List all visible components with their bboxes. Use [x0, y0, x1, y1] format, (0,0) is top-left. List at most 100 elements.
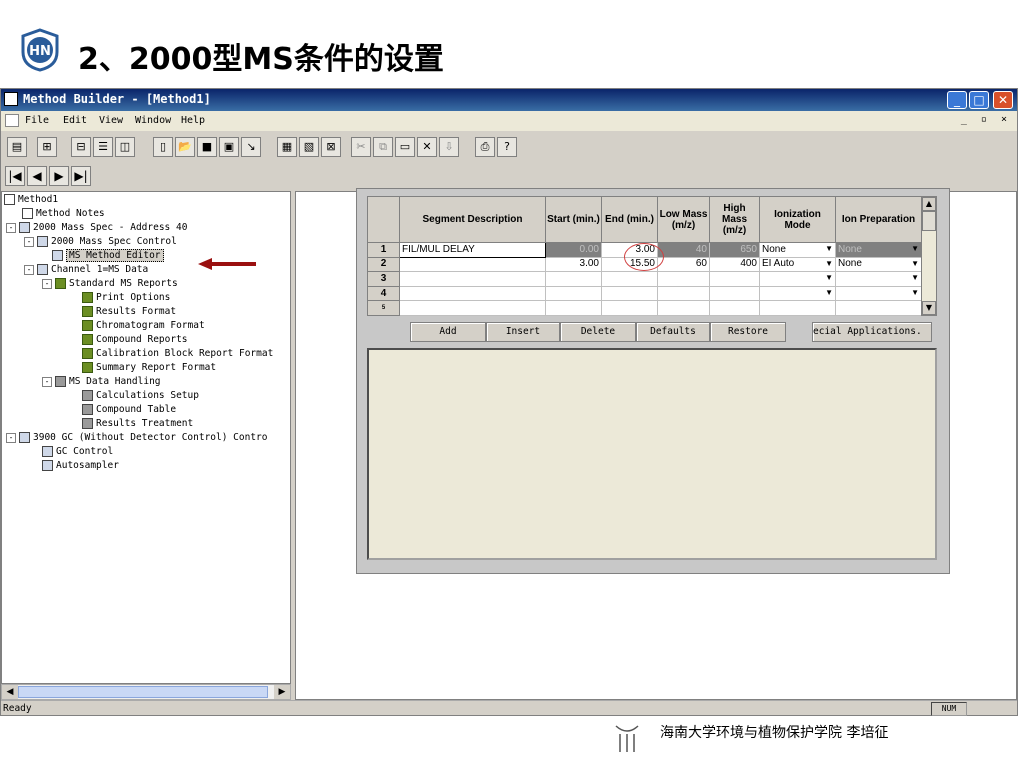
tree-node-autosampler[interactable]: Autosampler — [42, 459, 119, 473]
delete-icon[interactable]: ✕ — [417, 137, 437, 157]
tree-node-method-notes[interactable]: Method Notes — [22, 207, 105, 221]
dropdown-arrow-icon[interactable]: ▼ — [911, 258, 919, 270]
menu-view[interactable]: View — [99, 115, 123, 126]
high-mass-cell[interactable] — [709, 271, 760, 287]
dropdown-arrow-icon[interactable]: ▼ — [911, 287, 919, 299]
tree-node-compound-reports[interactable]: Compound Reports — [82, 333, 188, 347]
table-row[interactable]: 5 — [367, 300, 922, 316]
menu-help[interactable]: Help — [181, 115, 205, 126]
tree-node-calculations-setup[interactable]: Calculations Setup — [82, 389, 199, 403]
tree-node-calibration-report[interactable]: Calibration Block Report Format — [82, 347, 273, 361]
close-button[interactable]: ✕ — [993, 91, 1013, 109]
dropdown-arrow-icon[interactable]: ▼ — [825, 243, 833, 255]
ion-preparation-dropdown[interactable]: ▼ — [835, 285, 922, 302]
ionization-mode-dropdown[interactable]: None ▼ — [759, 242, 836, 258]
ionization-mode-dropdown[interactable]: ▼ — [759, 285, 836, 302]
tree-node-results-treatment[interactable]: Results Treatment — [82, 417, 193, 431]
dropdown-arrow-icon[interactable]: ▼ — [825, 273, 833, 285]
start-cell[interactable]: 0.00 — [545, 242, 602, 258]
special-applications-button[interactable]: ecial Applications. — [812, 322, 932, 342]
next-icon[interactable]: ▶ — [49, 166, 69, 186]
mdi-controls[interactable]: _ ▫ × — [961, 114, 1011, 125]
table-row[interactable]: 3 ▼ ▼ — [367, 271, 922, 287]
doc-delete-icon[interactable]: ⊠ — [321, 137, 341, 157]
scroll-up-icon[interactable]: ▲ — [922, 197, 936, 211]
scroll-left-icon[interactable]: ◀ — [2, 685, 18, 699]
collapse-icon[interactable]: - — [42, 376, 52, 387]
ionization-mode-dropdown[interactable]: ▼ — [759, 271, 836, 287]
segment-description-cell[interactable] — [399, 256, 546, 273]
doc-b-icon[interactable]: ▧ — [299, 137, 319, 157]
table-row[interactable]: 4 ▼ ▼ — [367, 285, 922, 302]
start-header[interactable]: Start (min.) — [545, 195, 602, 244]
method-tree-icon[interactable]: ⊞ — [37, 137, 57, 157]
start-cell[interactable] — [545, 285, 602, 302]
tree-node-print-options[interactable]: Print Options — [82, 291, 170, 305]
vertical-view-icon[interactable]: ◫ — [115, 137, 135, 157]
tree-node-gc-control[interactable]: GC Control — [42, 445, 113, 459]
tree-node-method1[interactable]: Method1 — [4, 193, 58, 207]
end-cell[interactable] — [601, 285, 658, 302]
low-mass-cell[interactable]: 40 — [657, 242, 710, 258]
start-cell[interactable] — [545, 271, 602, 287]
save-as-icon[interactable]: ▣ — [219, 137, 239, 157]
delete-button[interactable]: Delete — [560, 322, 636, 342]
ionization-mode-header[interactable]: Ionization Mode — [759, 195, 836, 244]
ion-preparation-dropdown[interactable]: ▼ — [835, 271, 922, 287]
start-cell[interactable]: 3.00 — [545, 256, 602, 273]
paste-icon[interactable]: ▭ — [395, 137, 415, 157]
dropdown-arrow-icon[interactable]: ▼ — [825, 287, 833, 299]
help-icon[interactable]: ? — [497, 137, 517, 157]
tree-node-ms-control[interactable]: -2000 Mass Spec Control — [24, 235, 177, 249]
insert-button[interactable]: Insert — [486, 322, 560, 342]
low-mass-header[interactable]: Low Mass (m/z) — [657, 195, 710, 244]
tree-node-ms-method-editor[interactable]: MS Method Editor — [52, 249, 164, 263]
scrollbar-thumb[interactable] — [18, 686, 268, 698]
tree-node-summary-report[interactable]: Summary Report Format — [82, 361, 216, 375]
maximize-button[interactable]: □ — [969, 91, 989, 109]
segment-description-cell[interactable]: FIL/MUL DELAY — [399, 242, 546, 258]
high-mass-cell[interactable]: 650 — [709, 242, 760, 258]
collapse-icon[interactable]: - — [24, 236, 34, 247]
high-mass-cell[interactable]: 400 — [709, 256, 760, 273]
collapse-icon[interactable]: - — [6, 222, 16, 233]
last-icon[interactable]: ▶| — [71, 166, 91, 186]
segment-description-cell[interactable] — [399, 285, 546, 302]
tree-node-mass-spec[interactable]: -2000 Mass Spec - Address 40 — [6, 221, 187, 235]
segment-description-header[interactable]: Segment Description — [399, 195, 546, 244]
ion-preparation-header[interactable]: Ion Preparation — [835, 195, 922, 244]
restore-button[interactable]: Restore — [710, 322, 786, 342]
collapse-icon[interactable]: - — [6, 432, 16, 443]
end-cell[interactable] — [601, 271, 658, 287]
minimize-button[interactable]: _ — [947, 91, 967, 109]
tree-node-compound-table[interactable]: Compound Table — [82, 403, 176, 417]
low-mass-cell[interactable] — [657, 271, 710, 287]
add-button[interactable]: Add — [410, 322, 486, 342]
ionization-mode-dropdown[interactable]: EI Auto ▼ — [759, 256, 836, 273]
table-vertical-scrollbar[interactable]: ▲ ▼ — [921, 196, 937, 316]
open-folder-icon[interactable]: 📂 — [175, 137, 195, 157]
tree-node-3900-gc[interactable]: -3900 GC (Without Detector Control) Cont… — [6, 431, 268, 445]
ion-preparation-dropdown[interactable]: None ▼ — [835, 242, 922, 258]
defaults-button[interactable]: Defaults — [636, 322, 710, 342]
scrollbar-thumb[interactable] — [922, 211, 936, 231]
tree-horizontal-scrollbar[interactable]: ◀ ▶ — [1, 684, 291, 700]
tree-node-ms-data-handling[interactable]: - MS Data Handling — [42, 375, 161, 389]
high-mass-cell[interactable] — [709, 285, 760, 302]
copy-icon[interactable]: ⧉ — [373, 137, 393, 157]
new-icon[interactable]: ▯ — [153, 137, 173, 157]
collapse-icon[interactable]: - — [24, 264, 34, 275]
scroll-right-icon[interactable]: ▶ — [274, 685, 290, 699]
dropdown-arrow-icon[interactable]: ▼ — [825, 258, 833, 270]
low-mass-cell[interactable] — [657, 285, 710, 302]
tree-node-channel[interactable]: - Channel 1=MS Data — [24, 263, 148, 277]
collapse-icon[interactable]: - — [42, 278, 52, 289]
low-mass-cell[interactable]: 60 — [657, 256, 710, 273]
high-mass-header[interactable]: High Mass (m/z) — [709, 195, 760, 244]
end-header[interactable]: End (min.) — [601, 195, 658, 244]
tree-node-standard-reports[interactable]: - Standard MS Reports — [42, 277, 178, 291]
menu-window[interactable]: Window — [135, 115, 171, 126]
menu-file[interactable]: File — [25, 115, 49, 126]
tree-node-chromatogram-format[interactable]: Chromatogram Format — [82, 319, 205, 333]
ion-preparation-dropdown[interactable]: None ▼ — [835, 256, 922, 273]
